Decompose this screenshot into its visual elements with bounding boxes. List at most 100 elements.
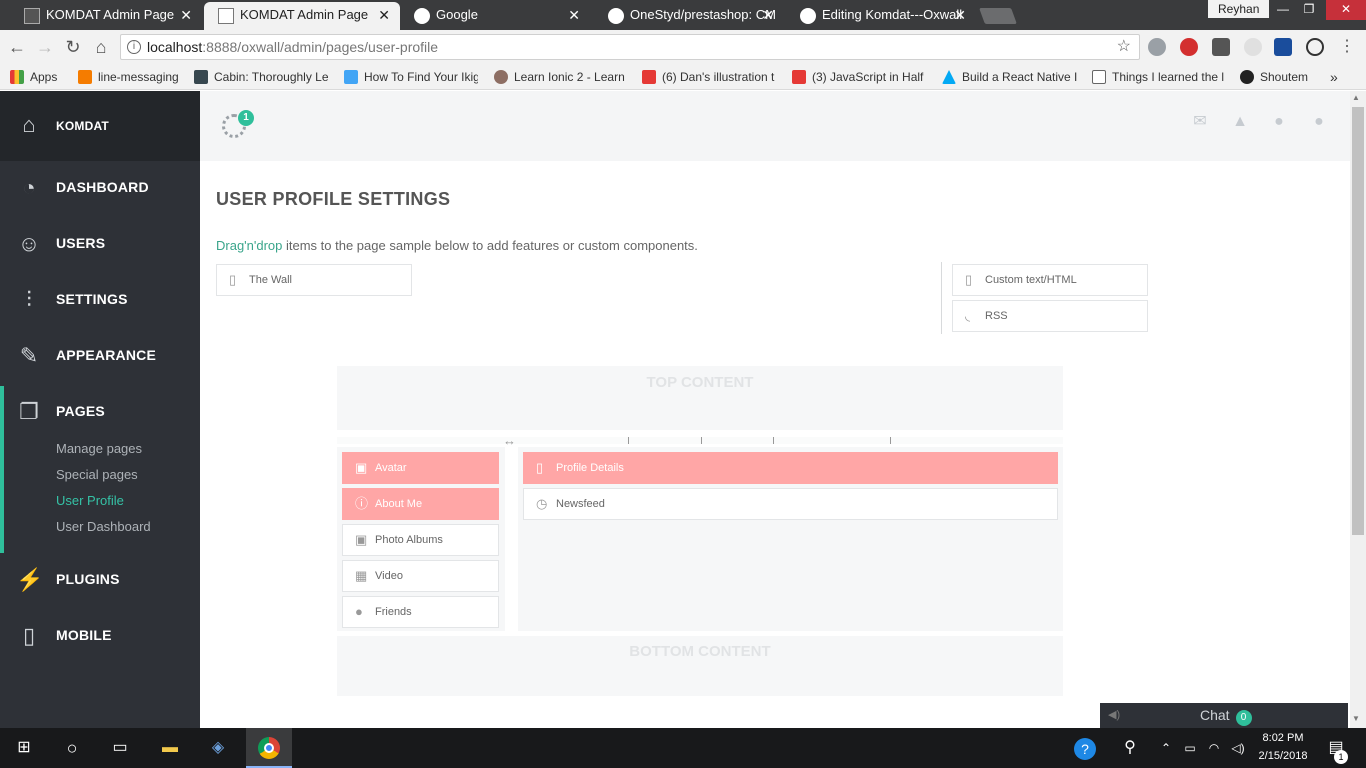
bookmark[interactable]: (6) Dan's illustration t (642, 68, 776, 86)
bookmark[interactable]: How To Find Your Ikig (344, 68, 478, 86)
new-tab-button[interactable] (979, 8, 1017, 24)
extension-icon[interactable] (1148, 38, 1166, 56)
chrome-taskbar-button[interactable] (246, 728, 292, 768)
bookmark-star-icon[interactable]: ☆ (1117, 35, 1131, 59)
bookmark[interactable]: line-messaging (78, 68, 186, 86)
chat-bar[interactable]: ◀) Chat 0 (1100, 703, 1348, 728)
bookmark[interactable]: Build a React Native I (942, 68, 1078, 86)
sidebar-item-plugins[interactable]: ⚡ PLUGINS (0, 553, 200, 609)
browser-tab-strip: KOMDAT Admin Page ✕ KOMDAT Admin Page ✕ Go… (0, 0, 1366, 30)
clock-date[interactable]: 2/15/2018 (1250, 750, 1316, 762)
help-icon[interactable]: ? (1074, 738, 1096, 760)
sidebar-item-dashboard[interactable]: ◔ DASHBOARD (0, 161, 200, 217)
account-icon[interactable]: ● (1309, 112, 1329, 132)
brand-name: KOMDAT (56, 119, 109, 133)
bottom-content-zone[interactable]: BOTTOM CONTENT (337, 636, 1063, 696)
browser-tab[interactable]: Editing Komdat---Oxwall ✕ (786, 2, 976, 30)
people-icon[interactable]: ⚲ (1118, 736, 1142, 760)
widget-profile-details[interactable]: ▯ Profile Details (523, 452, 1058, 484)
sidebar-item-pages[interactable]: ❐ PAGES (0, 385, 200, 441)
minimize-icon[interactable]: — (1270, 0, 1296, 20)
window-close-icon[interactable]: ✕ (1326, 0, 1366, 20)
battery-icon[interactable]: ▭ (1178, 736, 1202, 760)
widget-avatar[interactable]: ▣ Avatar (342, 452, 499, 484)
resize-handle-icon[interactable]: ↔ (503, 433, 516, 448)
browser-tab[interactable]: Google ✕ (400, 2, 590, 30)
file-icon: ▯ (229, 272, 237, 287)
sidebar-sub-manage-pages[interactable]: Manage pages (56, 441, 142, 456)
sidebar-sub-special-pages[interactable]: Special pages (56, 467, 138, 482)
close-icon[interactable]: ✕ (954, 2, 966, 28)
notification-count: 1 (1334, 750, 1348, 764)
sidebar-item-mobile[interactable]: ▯ MOBILE (0, 609, 200, 665)
sidebar-item-appearance[interactable]: ✎ APPEARANCE (0, 329, 200, 385)
url-host: localhost (147, 39, 203, 55)
sidebar-sub-user-profile[interactable]: User Profile (56, 493, 124, 508)
task-view-icon[interactable]: ▭ (108, 736, 132, 760)
volume-icon[interactable]: ◁) (1226, 736, 1250, 760)
top-content-zone[interactable]: TOP CONTENT (337, 366, 1063, 430)
widget-rss[interactable]: ◟ RSS (952, 300, 1148, 332)
back-icon[interactable]: ← (6, 36, 28, 58)
close-icon[interactable]: ✕ (568, 2, 580, 28)
sidebar-item-settings[interactable]: ⫶ SETTINGS (0, 273, 200, 329)
sound-icon[interactable]: ◀) (1108, 703, 1120, 728)
bookmark[interactable]: Cabin: Thoroughly Le (194, 68, 330, 86)
chat-label: Chat (1200, 707, 1230, 723)
info-icon[interactable]: i (127, 40, 141, 54)
scroll-up-icon[interactable]: ▲ (1352, 93, 1360, 102)
extension-icon[interactable] (1274, 38, 1292, 56)
windows-start-icon[interactable]: ⊞ (12, 736, 36, 760)
page-title: USER PROFILE SETTINGS (216, 189, 451, 209)
file-explorer-icon[interactable]: ▬ (158, 736, 182, 760)
browser-tab[interactable]: KOMDAT Admin Page ✕ (10, 2, 202, 30)
app-icon[interactable]: ◈ (206, 736, 230, 760)
menu-icon[interactable]: ⋮ (1338, 38, 1356, 56)
widget-the-wall[interactable]: ▯ The Wall (216, 264, 412, 296)
extension-icon[interactable] (1244, 38, 1262, 56)
home-icon[interactable]: ⌂ (90, 36, 112, 58)
bookmark-apps[interactable]: Apps (10, 68, 70, 86)
browser-tab[interactable]: OneStyd/prestashop: CM ✕ (594, 2, 784, 30)
wifi-icon[interactable]: ◠ (1202, 736, 1226, 760)
adblock-icon[interactable] (1180, 38, 1198, 56)
scrollbar-thumb[interactable] (1352, 107, 1364, 535)
search-icon[interactable]: ○ (60, 736, 84, 760)
widget-newsfeed[interactable]: ◷ Newsfeed (523, 488, 1058, 520)
restore-icon[interactable]: ❐ (1296, 0, 1322, 20)
user-icon[interactable]: ● (1269, 112, 1289, 132)
bookmarks-overflow[interactable]: » (1330, 68, 1350, 86)
bookmark[interactable]: Learn Ionic 2 - Learn (494, 68, 626, 86)
extension-icon[interactable] (1306, 38, 1324, 56)
widget-custom-html[interactable]: ▯ Custom text/HTML (952, 264, 1148, 296)
widget-about-me[interactable]: ⓘ About Me (342, 488, 499, 520)
extension-icon[interactable] (1212, 38, 1230, 56)
forward-icon[interactable]: → (34, 36, 56, 58)
tray-expand-icon[interactable]: ⌃ (1154, 736, 1178, 760)
widget-friends[interactable]: ● Friends (342, 596, 499, 628)
mail-icon[interactable]: ✉ (1190, 112, 1210, 132)
bell-icon[interactable]: ▲ (1230, 112, 1250, 132)
bookmark[interactable]: (3) JavaScript in Half a (792, 68, 926, 86)
widget-video[interactable]: ▦ Video (342, 560, 499, 592)
close-icon[interactable]: ✕ (180, 2, 192, 28)
scroll-down-icon[interactable]: ▼ (1352, 714, 1360, 723)
profile-name[interactable]: Reyhan (1208, 0, 1270, 18)
sidebar-brand[interactable]: ⌂ KOMDAT (0, 91, 200, 161)
browser-tab-active[interactable]: KOMDAT Admin Page ✕ (204, 2, 400, 30)
widget-photo-albums[interactable]: ▣ Photo Albums (342, 524, 499, 556)
bookmark-icon (344, 70, 358, 84)
column-resizer[interactable] (337, 437, 1063, 444)
bookmark[interactable]: Shoutem (1240, 68, 1320, 86)
sidebar-sub-user-dashboard[interactable]: User Dashboard (56, 519, 151, 534)
drag-drop-link[interactable]: Drag'n'drop (216, 238, 282, 253)
github-icon (800, 8, 816, 24)
address-bar[interactable]: i localhost:8888/oxwall/admin/pages/user… (120, 34, 1140, 60)
tab-title: KOMDAT Admin Page (240, 7, 369, 22)
close-icon[interactable]: ✕ (762, 2, 774, 28)
close-icon[interactable]: ✕ (378, 2, 390, 28)
bookmark[interactable]: Things I learned the l (1092, 68, 1226, 86)
sidebar-item-users[interactable]: ☺ USERS (0, 217, 200, 273)
reload-icon[interactable]: ↻ (62, 36, 84, 58)
clock-time[interactable]: 8:02 PM (1250, 732, 1316, 744)
